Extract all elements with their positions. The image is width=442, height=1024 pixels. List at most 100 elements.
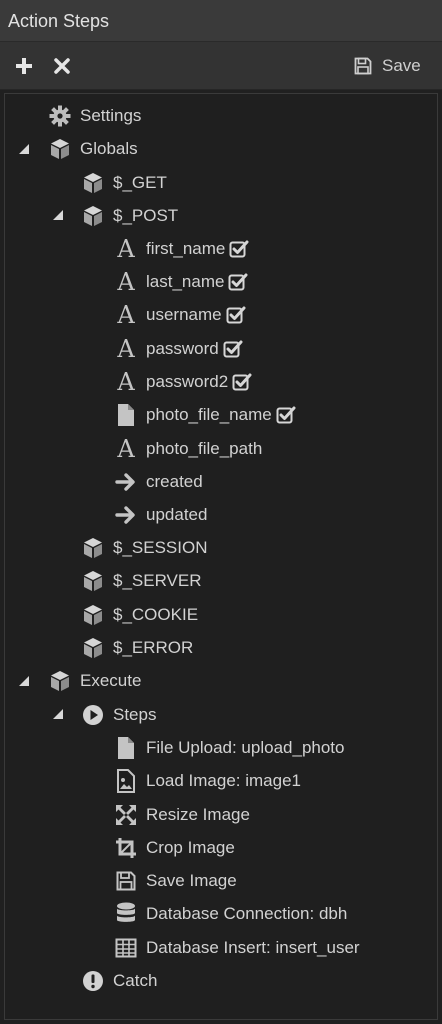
tree-item-label: $_SERVER (113, 571, 202, 590)
expand-toggle-execute[interactable] (18, 675, 30, 687)
tree-item-label: updated (146, 505, 208, 524)
tree-item-field[interactable]: A last_name (114, 267, 248, 297)
plus-icon (16, 58, 32, 74)
tree-item-settings[interactable]: Settings (48, 101, 141, 131)
cube-icon (81, 536, 105, 560)
tree-item-execute[interactable]: Execute (48, 666, 141, 696)
tree-item-field[interactable]: created (114, 467, 203, 497)
file-icon (114, 403, 138, 427)
text-field-icon: A (117, 335, 135, 363)
tree-item-step[interactable]: Load Image: image1 (114, 766, 301, 796)
tree-item-label: Crop Image (146, 838, 235, 857)
add-button[interactable] (12, 42, 36, 90)
tree-item-error[interactable]: $_ERROR (81, 633, 193, 663)
tree-item-label: password (146, 339, 219, 358)
save-label: Save (382, 56, 421, 75)
tree-item-cookie[interactable]: $_COOKIE (81, 600, 198, 630)
tree-item-field[interactable]: A password2 (114, 367, 252, 397)
checkbox-checked-icon[interactable] (226, 305, 246, 325)
tree-item-label: Database Connection: dbh (146, 904, 348, 923)
file-icon (114, 736, 138, 760)
tree-item-field[interactable]: photo_file_name (114, 400, 296, 430)
tree-item-label: $_SESSION (113, 538, 208, 557)
expand-toggle-globals[interactable] (18, 143, 30, 155)
text-field-icon: A (117, 301, 135, 329)
tree-item-label: Settings (80, 106, 142, 125)
remove-button[interactable] (50, 42, 74, 90)
tree-item-field[interactable]: updated (114, 500, 207, 530)
tree-item-steps[interactable]: Steps (81, 700, 156, 730)
tree-item-step[interactable]: Resize Image (114, 800, 250, 830)
tree-item-label: Database Insert: insert_user (146, 938, 360, 957)
cube-icon (48, 137, 72, 161)
tree-item-label: password2 (146, 372, 229, 391)
tree-item-label: Resize Image (146, 805, 250, 824)
tree-item-label: created (146, 472, 203, 491)
tree-item-globals[interactable]: Globals (48, 134, 138, 164)
tree-item-label: $_GET (113, 173, 167, 192)
close-icon (54, 58, 70, 74)
text-field-icon: A (117, 435, 135, 463)
floppy-icon (354, 57, 372, 75)
tree-item-label: Execute (80, 671, 142, 690)
checkbox-checked-icon[interactable] (228, 272, 248, 292)
action-tree: Settings Globals $_GET $_POST A first_na… (4, 93, 438, 1020)
crop-icon (114, 836, 138, 860)
text-field-icon: A (117, 268, 135, 296)
cube-icon (81, 603, 105, 627)
gear-icon (48, 104, 72, 128)
tree-item-session[interactable]: $_SESSION (81, 533, 208, 563)
tree-item-step[interactable]: Save Image (114, 866, 237, 896)
save-button[interactable]: Save (354, 42, 434, 90)
tree-item-field[interactable]: A first_name (114, 234, 249, 264)
panel-titlebar: Action Steps (0, 0, 442, 42)
tree-item-label: Catch (113, 971, 158, 990)
toolbar: Save (0, 42, 442, 90)
tree-item-label: first_name (146, 239, 226, 258)
tree-item-label: last_name (146, 272, 225, 291)
tree-item-label: photo_file_path (146, 439, 263, 458)
tree-item-get[interactable]: $_GET (81, 168, 167, 198)
tree-item-step[interactable]: Crop Image (114, 833, 235, 863)
tree-item-label: Globals (80, 139, 138, 158)
tree-item-field[interactable]: A photo_file_path (114, 434, 262, 464)
text-field-icon: A (117, 235, 135, 263)
arrow-right-icon (114, 470, 138, 494)
floppy-icon (114, 869, 138, 893)
tree-item-label: Save Image (146, 871, 237, 890)
database-icon (114, 902, 138, 926)
text-field-icon: A (117, 368, 135, 396)
image-icon (114, 769, 138, 793)
tree-item-field[interactable]: A password (114, 334, 243, 364)
arrow-right-icon (114, 503, 138, 527)
tree-item-field[interactable]: A username (114, 300, 246, 330)
panel-title: Action Steps (8, 11, 110, 31)
tree-item-step[interactable]: Database Connection: dbh (114, 899, 347, 929)
table-icon (114, 936, 138, 960)
checkbox-checked-icon[interactable] (229, 239, 249, 259)
expand-toggle-steps[interactable] (52, 708, 64, 720)
tree-item-step[interactable]: File Upload: upload_photo (114, 733, 344, 763)
cube-icon (81, 204, 105, 228)
tree-item-label: username (146, 305, 222, 324)
tree-item-server[interactable]: $_SERVER (81, 566, 202, 596)
tree-item-label: Steps (113, 705, 157, 724)
resize-icon (114, 803, 138, 827)
cube-icon (81, 171, 105, 195)
exclamation-circle-icon (81, 969, 105, 993)
play-circle-icon (81, 703, 105, 727)
checkbox-checked-icon[interactable] (223, 339, 243, 359)
tree-item-label: Load Image: image1 (146, 771, 301, 790)
checkbox-checked-icon[interactable] (232, 372, 252, 392)
cube-icon (48, 669, 72, 693)
tree-item-label: $_POST (113, 206, 179, 225)
tree-item-catch[interactable]: Catch (81, 966, 157, 996)
tree-item-post[interactable]: $_POST (81, 201, 178, 231)
tree-item-label: $_COOKIE (113, 605, 199, 624)
cube-icon (81, 636, 105, 660)
tree-item-step[interactable]: Database Insert: insert_user (114, 933, 360, 963)
expand-toggle-post[interactable] (52, 209, 64, 221)
tree-item-label: photo_file_name (146, 405, 272, 424)
tree-item-label: $_ERROR (113, 638, 194, 657)
checkbox-checked-icon[interactable] (276, 405, 296, 425)
